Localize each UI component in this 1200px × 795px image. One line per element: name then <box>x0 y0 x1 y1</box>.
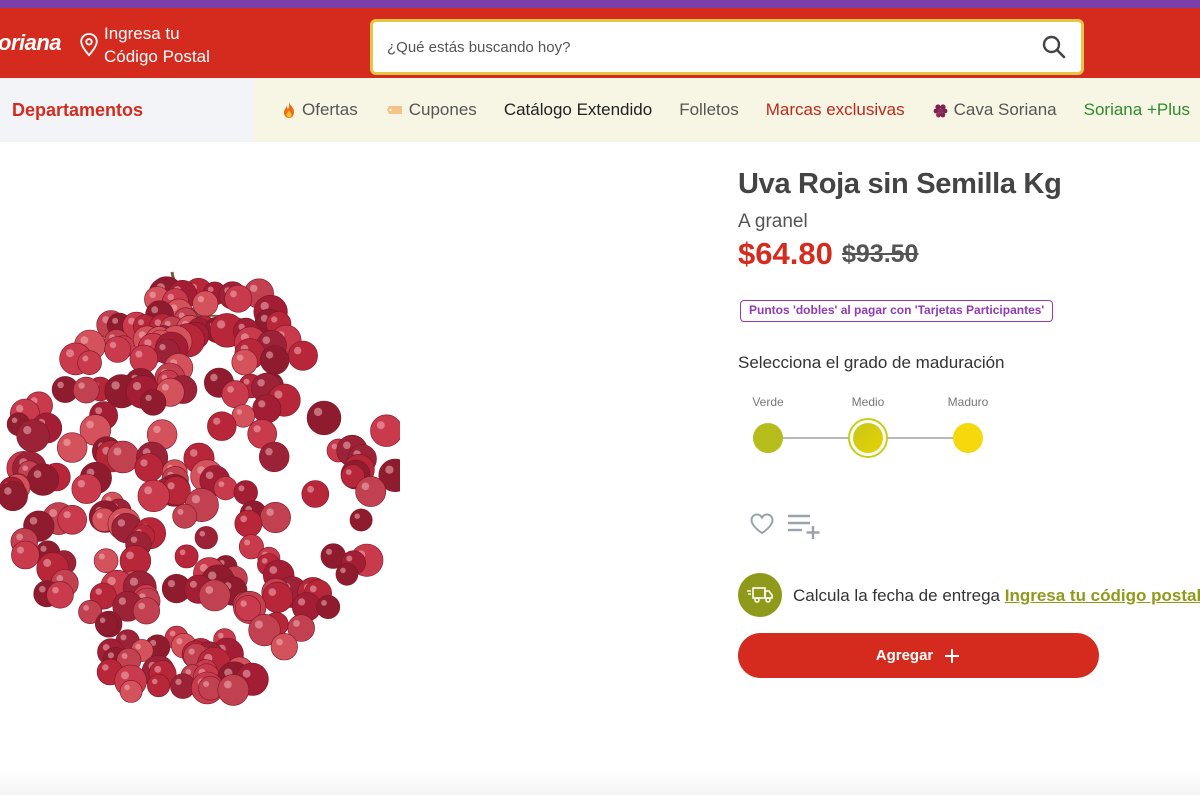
ripeness-label-medio: Medio <box>851 395 885 409</box>
nav-label-ofertas: Ofertas <box>302 100 358 119</box>
ripeness-option-verde[interactable] <box>753 423 783 453</box>
nav-label-cupones: Cupones <box>408 100 477 119</box>
ripeness-option-maduro[interactable] <box>953 423 983 453</box>
postal-line-2: Código Postal <box>104 47 210 66</box>
delivery-truck-icon <box>747 587 773 603</box>
nav-item-cava-soriana[interactable]: Cava Soriana <box>932 100 1057 120</box>
delivery-estimate: Calcula la fecha de entrega Ingresa tu c… <box>793 586 1200 606</box>
nav-label-cava: Cava Soriana <box>953 100 1057 119</box>
postal-code-selector[interactable]: Ingresa tu Código Postal <box>78 22 210 68</box>
ripeness-label-maduro: Maduro <box>947 395 989 409</box>
product-title: Uva Roja sin Semilla Kg <box>738 168 1062 200</box>
search-bar <box>370 19 1084 75</box>
product-old-price: $93.50 <box>842 240 919 268</box>
add-to-cart-button[interactable]: Agregar <box>738 633 1099 678</box>
nav-item-marcas-exclusivas[interactable]: Marcas exclusivas <box>766 100 905 120</box>
add-to-cart-label: Agregar <box>875 647 934 664</box>
nav-label-marcas: Marcas exclusivas <box>765 100 905 119</box>
fire-icon <box>284 102 294 118</box>
postal-code-label: Ingresa tu Código Postal <box>104 22 210 68</box>
page-bottom-fade <box>0 770 1200 795</box>
nav-item-soriana-plus[interactable]: Soriana +Plus <box>1084 100 1190 120</box>
departments-menu[interactable]: Departamentos <box>0 78 254 142</box>
search-input[interactable] <box>387 38 1041 56</box>
top-accent-strip <box>0 0 1200 8</box>
product-price: $64.80 <box>738 236 833 271</box>
nav-item-folletos[interactable]: Folletos <box>679 100 739 120</box>
favorite-heart-icon[interactable] <box>749 512 775 536</box>
nav-items: Ofertas Cupones Catálogo Extendido Folle… <box>254 78 1190 142</box>
nav-label-folletos: Folletos <box>679 100 739 119</box>
grapes-icon <box>933 104 948 118</box>
ripeness-title: Selecciona el grado de maduración <box>738 353 1005 372</box>
coupon-icon <box>386 106 402 114</box>
delivery-postal-link[interactable]: Ingresa tu código postal <box>1005 586 1200 605</box>
delivery-truck-badge <box>738 573 782 617</box>
nav-label-catalogo: Catálogo Extendido <box>503 100 653 119</box>
promo-badge: Puntos 'dobles' al pagar con 'Tarjetas P… <box>740 300 1054 322</box>
add-to-list-icon[interactable] <box>786 512 824 540</box>
nav-label-soriana-plus: Soriana +Plus <box>1083 100 1190 119</box>
ripeness-label-verde: Verde <box>752 395 784 409</box>
site-header: oriana Ingresa tu Código Postal <box>0 8 1200 78</box>
delivery-text: Calcula la fecha de entrega <box>793 586 1000 605</box>
product-subtitle: A granel <box>738 211 808 232</box>
postal-line-1: Ingresa tu <box>104 24 180 43</box>
plus-icon <box>945 648 960 663</box>
nav-item-ofertas[interactable]: Ofertas <box>280 100 358 120</box>
category-navbar: Departamentos Ofertas Cupones Catálogo E… <box>0 78 1200 142</box>
nav-item-catalogo-extendido[interactable]: Catálogo Extendido <box>504 100 652 120</box>
search-icon[interactable] <box>1041 34 1067 60</box>
ripeness-option-medio[interactable] <box>853 423 883 453</box>
nav-item-cupones[interactable]: Cupones <box>385 100 477 120</box>
location-pin-icon <box>80 33 98 57</box>
soriana-logo[interactable]: oriana <box>0 30 62 56</box>
product-image-red-grapes <box>0 271 400 706</box>
